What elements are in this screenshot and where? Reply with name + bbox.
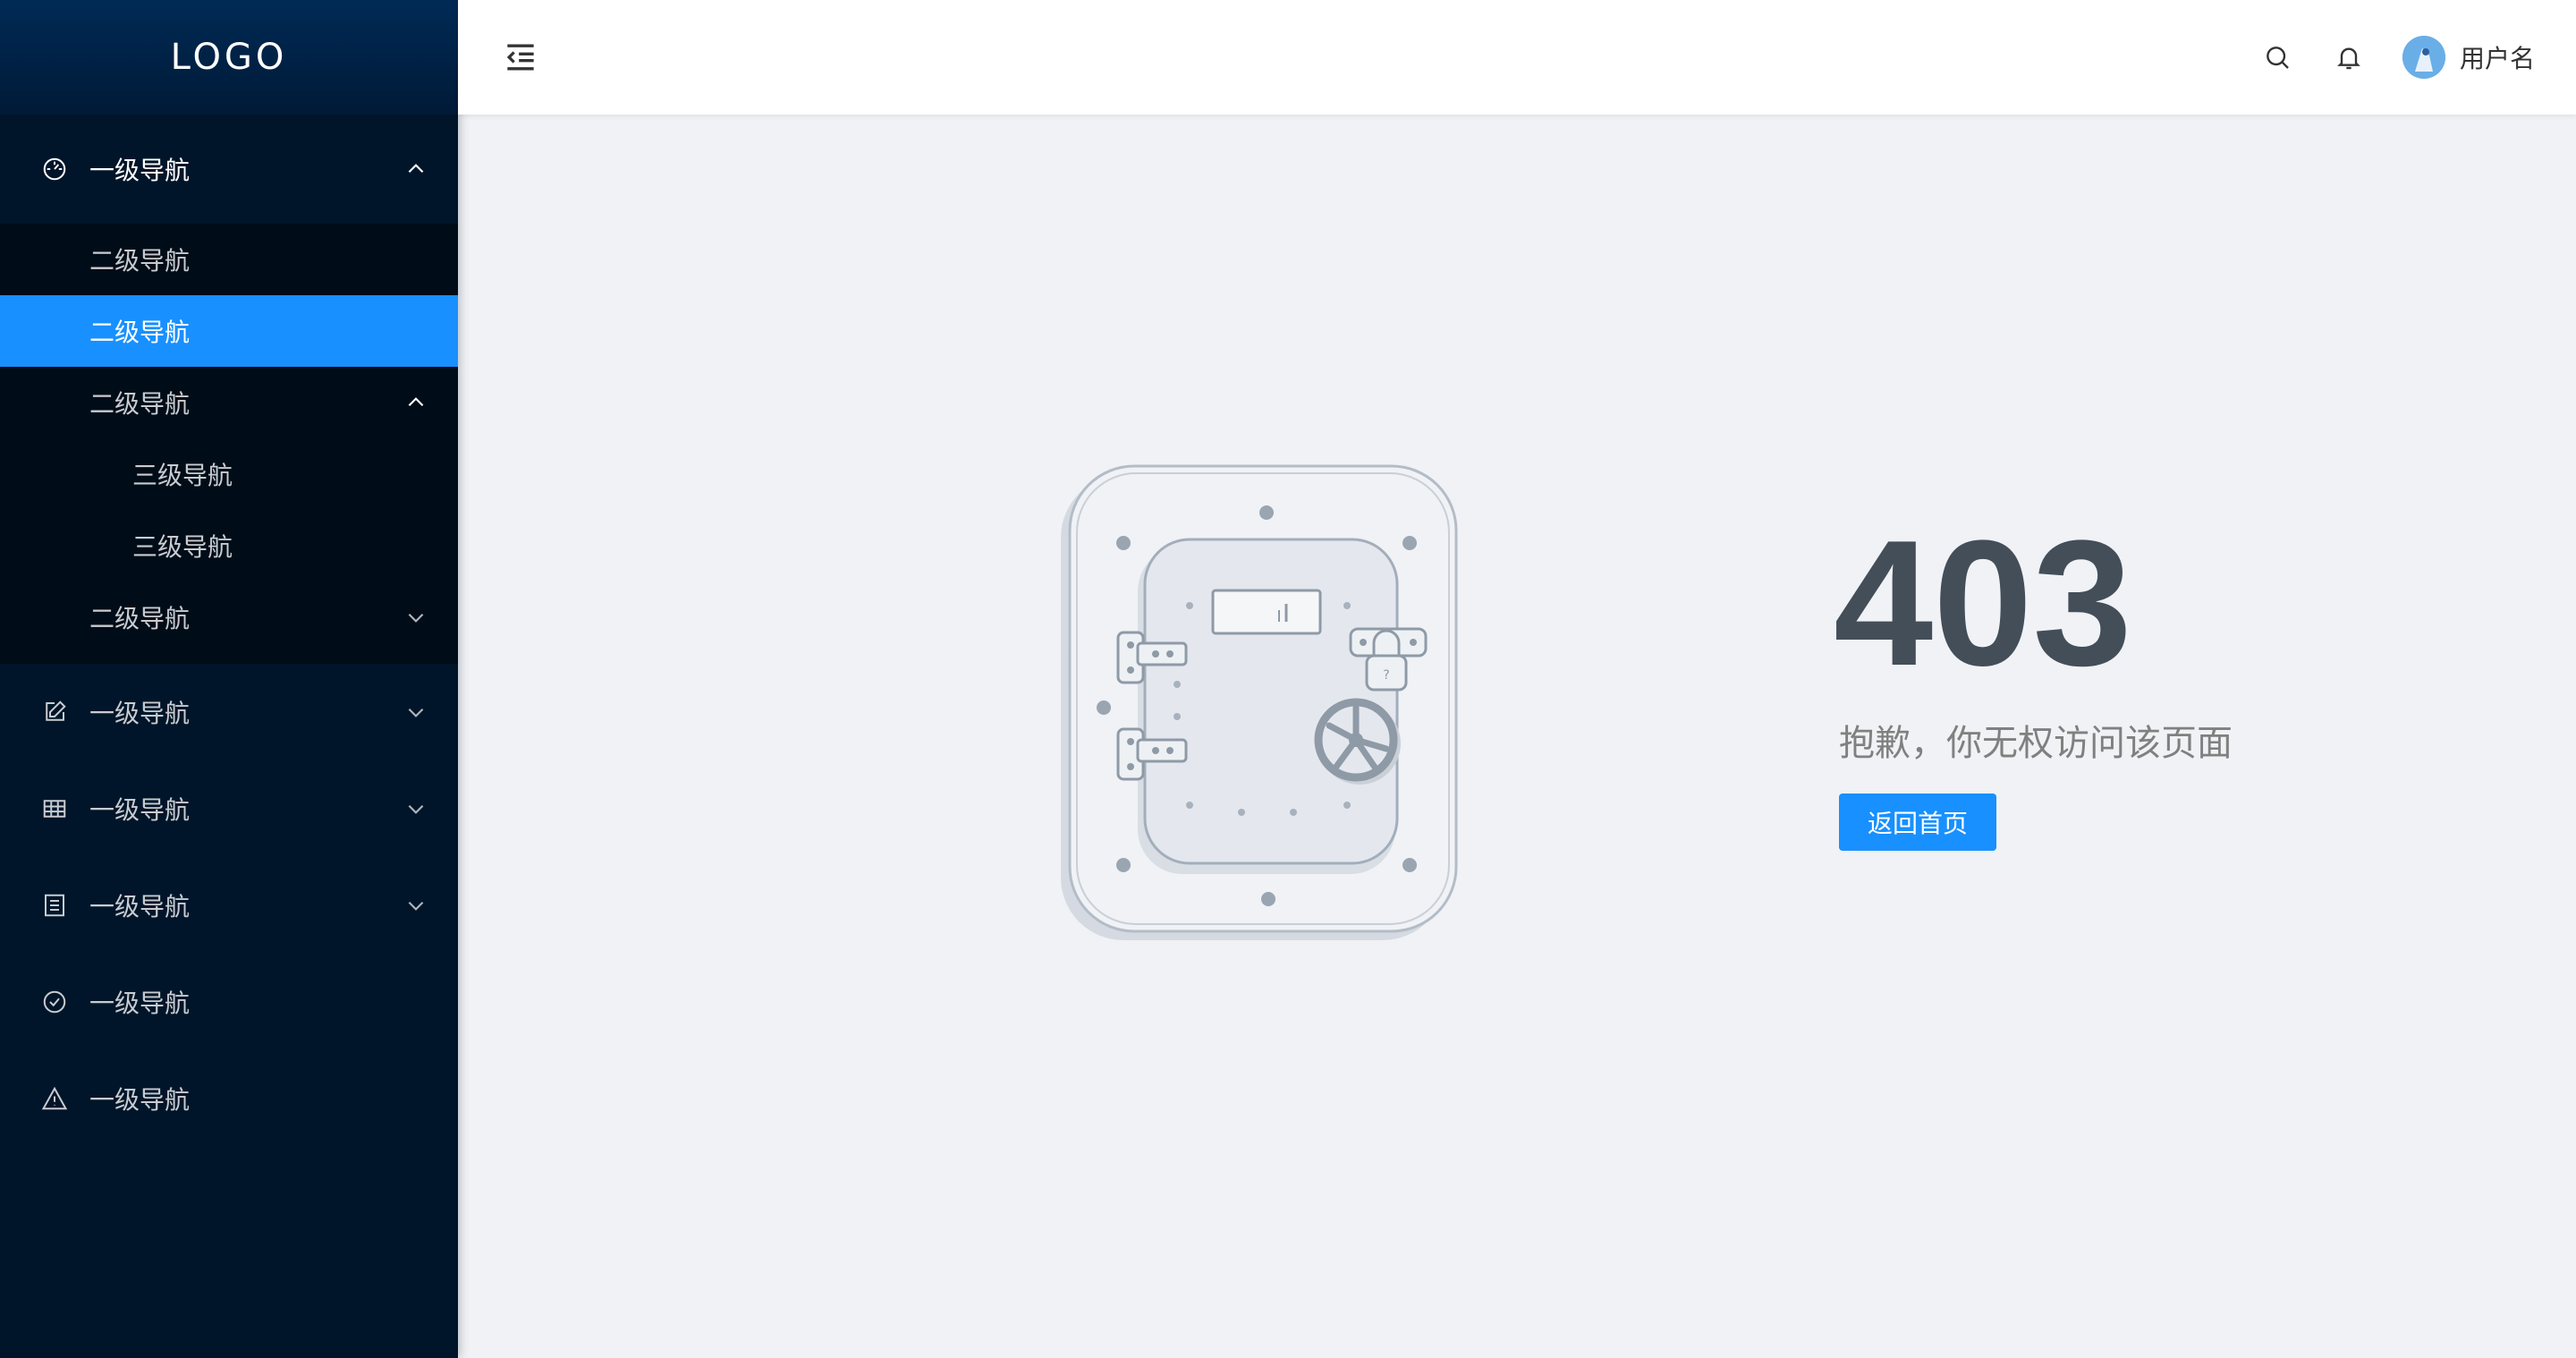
sidebar-item-label: 一级导航 (89, 795, 191, 825)
sidebar-subitem[interactable]: 二级导航 (0, 224, 458, 295)
sidebar-subitem-label: 二级导航 (89, 318, 191, 347)
list-icon (39, 890, 70, 921)
sidebar-third-label: 三级导航 (132, 461, 233, 490)
sidebar-menu: 一级导航 二级导航 二级导航 二级导航 三级导航 三级导航 二级导航 一级导航 … (0, 115, 458, 1147)
chevron-down-icon (408, 804, 424, 814)
sidebar-subitem-collapsed[interactable]: 二级导航 (0, 581, 458, 653)
sidebar-item-label: 一级导航 (89, 699, 191, 728)
submenu-nav1: 二级导航 二级导航 二级导航 三级导航 三级导航 二级导航 (0, 224, 458, 664)
sidebar-item-nav3[interactable]: 一级导航 (0, 760, 458, 857)
sidebar-item-label: 一级导航 (89, 989, 191, 1018)
header-actions: 用户名 (2259, 0, 2535, 115)
sidebar-item-nav5[interactable]: 一级导航 (0, 954, 458, 1050)
sidebar-third-label: 三级导航 (132, 532, 233, 562)
sidebar-subitem-label: 二级导航 (89, 246, 191, 276)
sidebar: LOGO 一级导航 二级导航 二级导航 二级导航 三级导航 三级导航 二级导航 … (0, 0, 458, 1358)
sidebar-item-label: 一级导航 (89, 156, 191, 185)
avatar[interactable] (2402, 36, 2445, 79)
sidebar-third-item[interactable]: 三级导航 (0, 510, 458, 581)
locked-door-illustration: ? (1061, 464, 1458, 940)
warning-icon (39, 1083, 70, 1114)
sidebar-item-label: 一级导航 (89, 892, 191, 921)
error-message: 抱歉，你无权访问该页面 (1839, 723, 2233, 764)
sidebar-subitem-active[interactable]: 二级导航 (0, 295, 458, 367)
username[interactable]: 用户名 (2460, 39, 2535, 75)
chevron-down-icon (408, 901, 424, 911)
error-code: 403 (1834, 504, 2132, 703)
logo: LOGO (0, 0, 458, 115)
sidebar-item-nav6[interactable]: 一级导航 (0, 1050, 458, 1147)
dashboard-icon (39, 154, 70, 184)
chevron-down-icon (408, 708, 424, 717)
sidebar-subitem-expandable[interactable]: 二级导航 (0, 367, 458, 438)
edit-icon (39, 697, 70, 727)
chevron-up-icon (408, 397, 424, 407)
search-icon[interactable] (2259, 39, 2295, 75)
chevron-up-icon (408, 164, 424, 174)
sidebar-third-item[interactable]: 三级导航 (0, 438, 458, 510)
sidebar-item-nav2[interactable]: 一级导航 (0, 664, 458, 760)
bell-icon[interactable] (2331, 39, 2367, 75)
back-home-button[interactable]: 返回首页 (1839, 794, 1996, 851)
sidebar-item-nav1[interactable]: 一级导航 (0, 115, 458, 224)
sidebar-subitem-label: 二级导航 (89, 604, 191, 633)
menu-fold-icon[interactable] (501, 38, 540, 77)
top-header: 用户名 (458, 0, 2576, 115)
check-circle-icon (39, 987, 70, 1017)
sidebar-subitem-label: 二级导航 (89, 389, 191, 419)
chevron-down-icon (408, 613, 424, 623)
svg-text:?: ? (1383, 668, 1389, 683)
sidebar-item-nav4[interactable]: 一级导航 (0, 857, 458, 954)
sidebar-item-label: 一级导航 (89, 1085, 191, 1115)
table-icon (39, 794, 70, 824)
